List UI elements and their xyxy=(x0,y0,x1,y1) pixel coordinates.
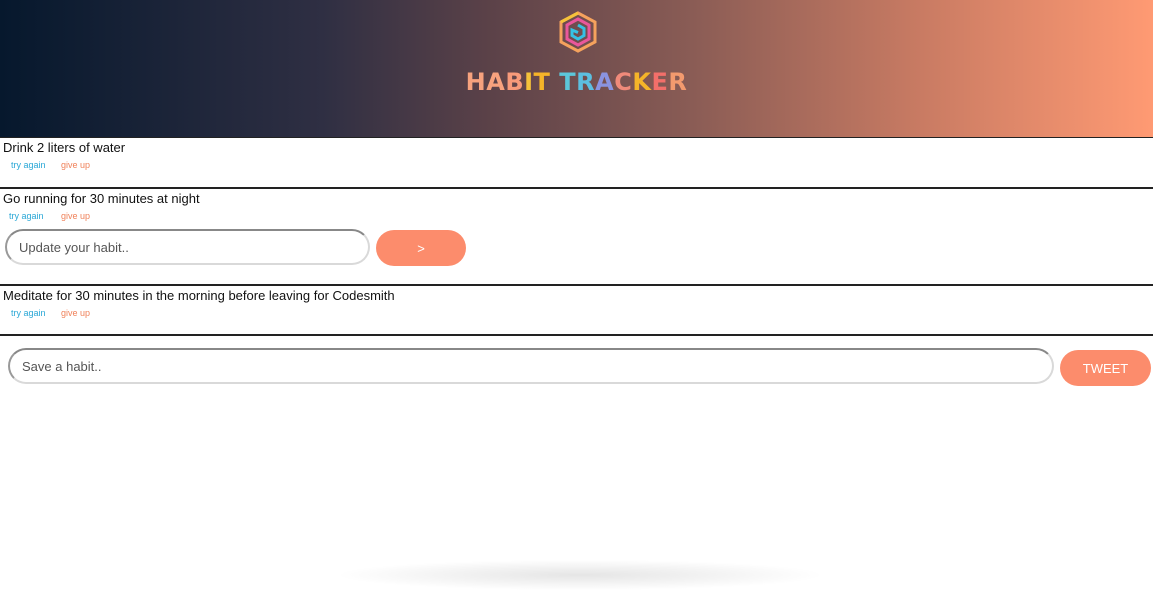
bottom-shadow xyxy=(340,560,820,590)
try-again-link[interactable]: try again xyxy=(11,308,46,318)
habit-item: Meditate for 30 minutes in the morning b… xyxy=(0,286,1153,336)
habit-text: Go running for 30 minutes at night xyxy=(3,191,200,206)
habit-item: Go running for 30 minutes at night try a… xyxy=(0,189,1153,286)
save-habit-input[interactable] xyxy=(8,348,1054,384)
app-header: HABIT TRACKER xyxy=(0,0,1153,138)
title-letter: A xyxy=(486,68,506,96)
habit-text: Drink 2 liters of water xyxy=(3,140,126,155)
title-letter: B xyxy=(505,68,525,96)
title-letter: E xyxy=(651,68,669,96)
title-letter: C xyxy=(614,68,633,96)
update-habit-submit-button[interactable]: > xyxy=(376,230,466,266)
title-letter: H xyxy=(465,68,487,96)
habit-text: Meditate for 30 minutes in the morning b… xyxy=(3,288,395,303)
title-letter: A xyxy=(595,68,615,96)
title-letter: T xyxy=(559,68,577,96)
title-letter: T xyxy=(533,68,551,96)
app-title: HABIT TRACKER xyxy=(0,68,1153,96)
title-letter: R xyxy=(668,68,688,96)
title-letter: I xyxy=(524,68,534,96)
tweet-button[interactable]: TWEET xyxy=(1060,350,1151,386)
title-letter: K xyxy=(632,68,652,96)
title-letter: R xyxy=(576,68,596,96)
try-again-link[interactable]: try again xyxy=(9,211,44,221)
hexagon-spiral-logo-icon xyxy=(559,11,597,53)
give-up-link[interactable]: give up xyxy=(61,211,90,221)
update-habit-input[interactable] xyxy=(5,229,370,265)
try-again-link[interactable]: try again xyxy=(11,160,46,170)
give-up-link[interactable]: give up xyxy=(61,308,90,318)
title-letter xyxy=(550,68,559,96)
habit-item: Drink 2 liters of water try again give u… xyxy=(0,138,1153,189)
give-up-link[interactable]: give up xyxy=(61,160,90,170)
